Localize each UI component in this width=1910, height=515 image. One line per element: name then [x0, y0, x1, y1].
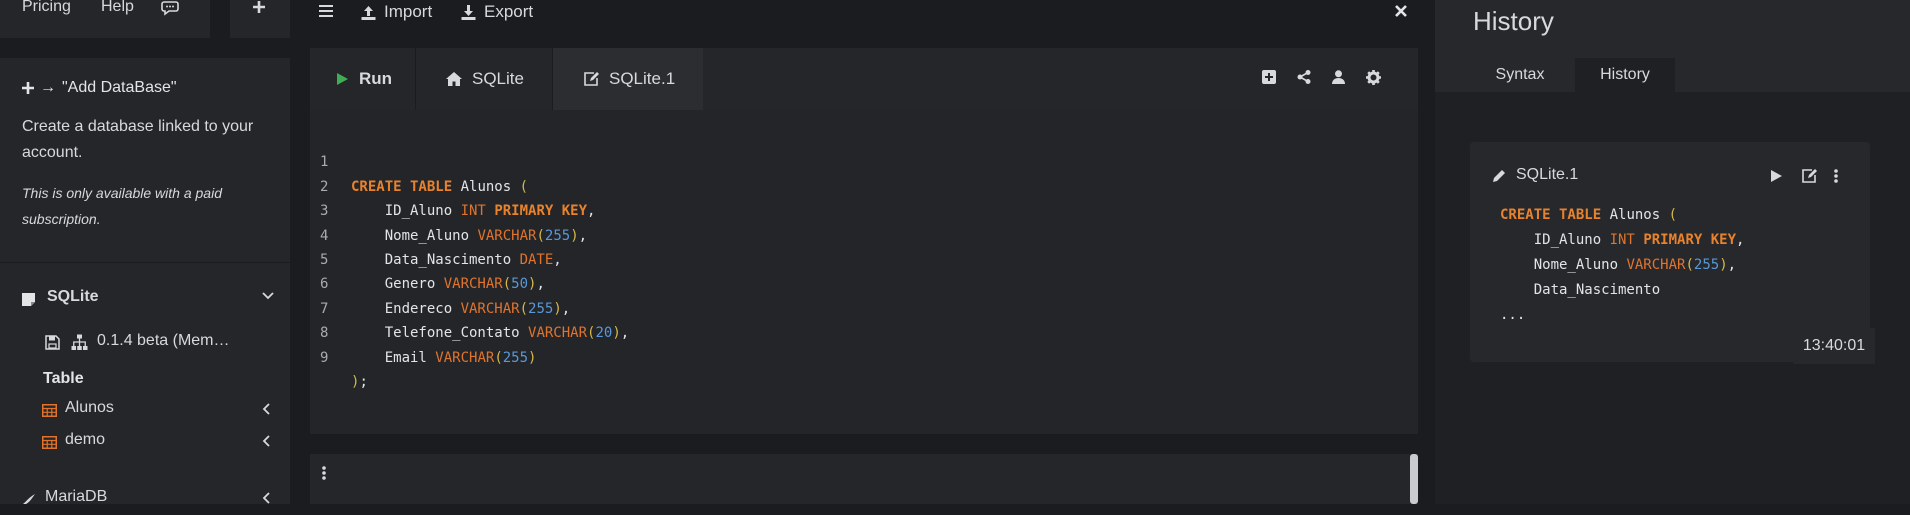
play-icon — [337, 73, 348, 85]
table-item-label: Alunos — [65, 399, 114, 416]
code-line: 9 ); — [310, 321, 1418, 390]
code-line: 6 Endereco VARCHAR(255), — [310, 248, 1418, 316]
chat-icon[interactable] — [161, 0, 179, 16]
line-number: 9 — [320, 349, 329, 366]
db-version-label: 0.1.4 beta (Mem… — [97, 332, 230, 349]
code-line: 2 ID_Aluno INT PRIMARY KEY, — [310, 150, 1418, 219]
mariadb-icon — [22, 493, 36, 505]
table-heading: Table — [43, 370, 84, 387]
scrollbar[interactable] — [1410, 454, 1418, 504]
more-vertical-icon[interactable] — [1834, 169, 1838, 183]
db-version-row: 0.1.4 beta (Mem… — [0, 327, 290, 357]
code-line: 5 Genero VARCHAR(50), — [310, 224, 1418, 292]
pricing-link[interactable]: Pricing — [22, 0, 71, 16]
paid-subscription-note: This is only available with a paid subsc… — [22, 185, 222, 227]
export-button[interactable]: Export — [461, 0, 533, 24]
database-tree: SQLite 0.1.4 beta (Mem… Table Alunos dem… — [0, 263, 290, 505]
tab-sqlite-1-label: SQLite.1 — [609, 69, 676, 88]
upload-icon — [361, 5, 376, 20]
top-links-bar: Pricing Help — [0, 0, 210, 38]
table-item-demo[interactable]: demo — [0, 426, 290, 456]
database-icon — [22, 293, 35, 306]
table-icon — [42, 436, 57, 449]
save-icon[interactable] — [45, 335, 60, 350]
help-link[interactable]: Help — [101, 0, 134, 16]
table-item-label: demo — [65, 431, 106, 448]
add-database-heading[interactable]: → "Add DataBase" — [22, 79, 177, 97]
download-icon — [461, 4, 476, 20]
history-entry-title: SQLite.1 — [1516, 166, 1579, 183]
history-timestamp: 13:40:01 — [1793, 328, 1875, 364]
play-icon[interactable] — [1770, 169, 1783, 183]
ellipsis: ... — [1500, 307, 1526, 323]
table-item-alunos[interactable]: Alunos — [0, 394, 290, 424]
import-button[interactable]: Import — [361, 0, 432, 24]
code-line: 1 CREATE TABLE Alunos ( — [310, 126, 1418, 194]
plus-icon — [22, 82, 34, 94]
code-line: 3 Nome_Aluno VARCHAR(255), — [310, 175, 1418, 243]
gear-icon[interactable] — [1366, 70, 1381, 85]
edit-icon — [584, 71, 599, 86]
db-mariadb-label: MariaDB — [45, 488, 108, 505]
chevron-left-icon[interactable] — [262, 403, 270, 415]
db-sqlite-label: SQLite — [47, 288, 99, 305]
export-label: Export — [484, 2, 534, 21]
add-square-icon[interactable] — [1262, 70, 1276, 84]
menu-icon[interactable] — [319, 5, 333, 17]
user-icon[interactable] — [1332, 70, 1345, 84]
import-label: Import — [384, 2, 433, 21]
run-button[interactable]: Run — [310, 48, 415, 110]
sitemap-icon[interactable] — [71, 334, 88, 351]
more-vertical-icon[interactable] — [322, 466, 326, 480]
code-editor[interactable]: 1 CREATE TABLE Alunos ( 2 ID_Aluno INT P… — [310, 126, 1418, 390]
db-mariadb-header[interactable]: MariaDB — [0, 485, 290, 515]
run-label: Run — [359, 69, 393, 88]
tab-history[interactable]: History — [1575, 58, 1675, 92]
home-icon — [446, 72, 462, 86]
close-icon[interactable] — [1395, 5, 1407, 17]
share-icon[interactable] — [1297, 70, 1311, 84]
code-line: 4 Data_Nascimento DATE, — [310, 199, 1418, 268]
history-code-preview: CREATE TABLE Alunos ( ID_Aluno INT PRIMA… — [1500, 203, 1744, 328]
code-line: 7 Telefone_Contato VARCHAR(20), — [310, 272, 1418, 341]
tab-sqlite[interactable]: SQLite — [416, 48, 552, 110]
editor-tabbar: Run SQLite SQLite.1 — [310, 48, 1418, 110]
chevron-left-icon[interactable] — [262, 435, 270, 447]
plus-icon — [252, 0, 266, 14]
table-icon — [42, 404, 57, 417]
editor-toolbar: Import Export — [310, 0, 1420, 40]
add-database-card: → "Add DataBase" Create a database linke… — [0, 58, 290, 262]
panel-title: History — [1473, 6, 1554, 36]
editor-panel: Run SQLite SQLite.1 1 CREATE TABLE Aluno… — [310, 48, 1418, 434]
right-panel: History Syntax History SQLite.1 CREATE T… — [1435, 0, 1910, 504]
code-line: 8 Email VARCHAR(255) — [310, 297, 1418, 365]
add-button[interactable] — [230, 0, 290, 38]
pencil-icon — [1492, 169, 1506, 183]
tab-sqlite-1[interactable]: SQLite.1 — [553, 48, 703, 110]
tab-syntax[interactable]: Syntax — [1470, 58, 1570, 92]
chevron-left-icon[interactable] — [262, 492, 270, 504]
edit-icon[interactable] — [1801, 169, 1817, 184]
sidebar: Pricing Help → "Add DataBase" Create a d… — [0, 0, 290, 505]
arrow-glyph: → — [40, 79, 56, 96]
right-panel-header: History Syntax History — [1435, 0, 1910, 92]
result-panel — [310, 454, 1418, 504]
add-database-title: "Add DataBase" — [62, 79, 177, 96]
tab-sqlite-label: SQLite — [472, 69, 524, 88]
chevron-down-icon[interactable] — [262, 292, 274, 300]
add-database-description: Create a database linked to your account… — [22, 118, 254, 161]
db-sqlite-header[interactable]: SQLite — [0, 283, 290, 313]
